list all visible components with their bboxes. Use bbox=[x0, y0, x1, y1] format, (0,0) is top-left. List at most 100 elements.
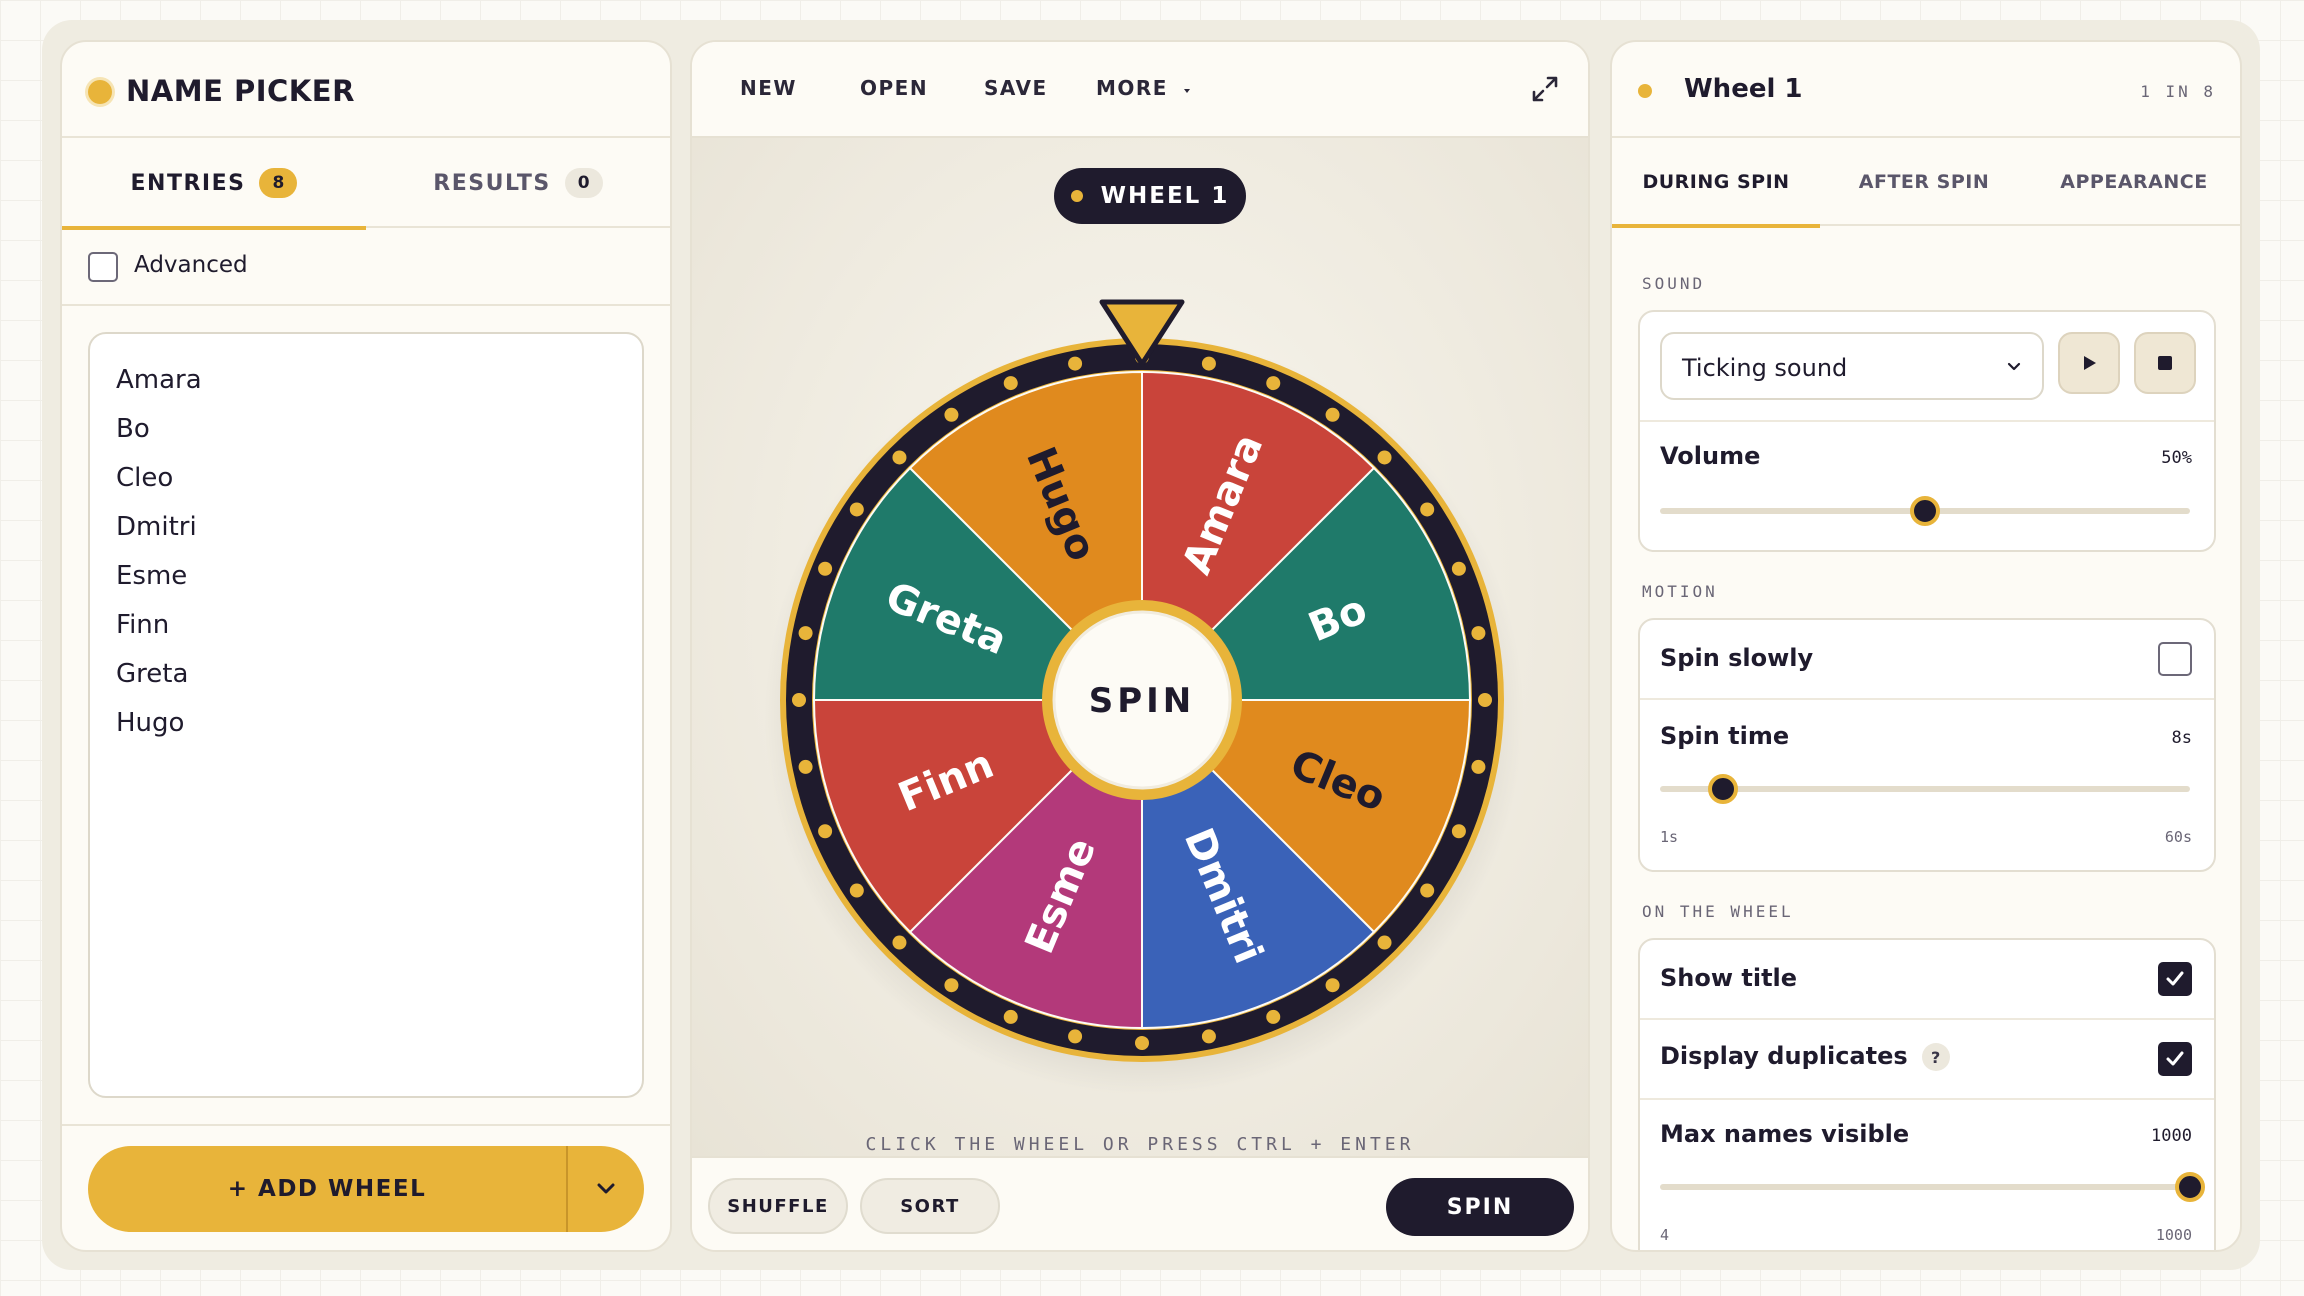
tab-results-label: RESULTS bbox=[433, 170, 551, 196]
wheel-title-label: WHEEL 1 bbox=[1100, 183, 1230, 209]
rim-stud bbox=[1201, 356, 1216, 371]
entries-tabs: ENTRIES 8 RESULTS 0 bbox=[62, 138, 670, 230]
rim-stud bbox=[1325, 978, 1340, 993]
wheel-footer: SHUFFLE SORT SPIN bbox=[692, 1156, 1588, 1250]
spin-button[interactable]: SPIN bbox=[1386, 1178, 1574, 1236]
max-names-label: Max names visible bbox=[1660, 1120, 1910, 1148]
show-title-checkbox[interactable] bbox=[2158, 962, 2192, 996]
tab-during-spin[interactable]: DURING SPIN bbox=[1612, 138, 1820, 228]
show-title-label: Show title bbox=[1660, 964, 1798, 992]
rim-stud bbox=[1451, 561, 1466, 576]
rim-stud bbox=[818, 824, 833, 839]
wheel-title-pill: WHEEL 1 bbox=[1054, 168, 1246, 224]
checkmark-icon bbox=[2166, 971, 2184, 986]
spin-time-slider-thumb[interactable] bbox=[1707, 774, 1738, 804]
rim-stud bbox=[1451, 824, 1466, 839]
rim-stud bbox=[892, 450, 907, 465]
volume-slider[interactable] bbox=[1660, 496, 2190, 526]
rim-stud bbox=[944, 978, 959, 993]
spin-time-slider[interactable] bbox=[1660, 774, 2190, 804]
wheel-name: Wheel 1 bbox=[1684, 74, 1803, 104]
pill-dot-icon bbox=[1070, 190, 1083, 202]
advanced-checkbox[interactable] bbox=[88, 252, 118, 282]
rim-stud bbox=[1003, 1009, 1018, 1024]
wheel[interactable]: AmaraBoCleoDmitriEsmeFinnGretaHugo SPIN bbox=[692, 138, 1590, 1156]
tab-appearance[interactable]: APPEARANCE bbox=[2028, 138, 2240, 226]
sound-select-row: Ticking sound bbox=[1640, 312, 2214, 422]
tab-after-spin[interactable]: AFTER SPIN bbox=[1820, 138, 2028, 226]
volume-label: Volume bbox=[1660, 442, 1761, 470]
display-duplicates-checkbox[interactable] bbox=[2158, 1042, 2192, 1076]
sort-button[interactable]: SORT bbox=[860, 1178, 1000, 1234]
spin-slowly-row: Spin slowly bbox=[1640, 620, 2214, 700]
add-wheel-menu-button[interactable] bbox=[566, 1146, 644, 1232]
new-button[interactable]: NEW bbox=[740, 76, 797, 100]
spin-time-label: Spin time bbox=[1660, 722, 1790, 750]
entries-textarea[interactable]: Amara Bo Cleo Dmitri Esme Finn Greta Hug… bbox=[88, 332, 644, 1098]
rim-stud bbox=[1478, 693, 1492, 707]
more-label: MORE bbox=[1096, 76, 1168, 100]
toolbar: NEW OPEN SAVE MORE bbox=[692, 42, 1588, 138]
rim-stud bbox=[792, 693, 806, 707]
expand-icon[interactable] bbox=[1530, 74, 1560, 104]
save-button[interactable]: SAVE bbox=[984, 76, 1048, 100]
motion-section-label: MOTION bbox=[1642, 582, 1718, 601]
max-names-slider[interactable] bbox=[1660, 1172, 2205, 1202]
entry-item: Bo bbox=[116, 414, 150, 444]
open-button[interactable]: OPEN bbox=[860, 76, 928, 100]
spin-time-min: 1s bbox=[1660, 828, 1679, 846]
sound-card: Ticking sound Volume 50% bbox=[1638, 310, 2216, 552]
volume-slider-thumb[interactable] bbox=[1910, 496, 1940, 526]
spin-time-row: Spin time 8s 1s 60s bbox=[1640, 700, 2214, 870]
checkmark-icon bbox=[2166, 1051, 2184, 1066]
display-duplicates-row: Display duplicates? bbox=[1640, 1020, 2214, 1100]
spin-slowly-checkbox[interactable] bbox=[2158, 642, 2192, 676]
app-frame: NAME PICKER ENTRIES 8 RESULTS 0 Advanced… bbox=[42, 20, 2260, 1270]
rim-stud bbox=[1201, 1029, 1216, 1044]
rim-stud bbox=[1420, 502, 1435, 517]
stop-sound-button[interactable] bbox=[2134, 332, 2196, 394]
entry-item: Esme bbox=[116, 561, 188, 591]
add-wheel-button[interactable]: + ADD WHEEL bbox=[88, 1146, 566, 1232]
help-icon[interactable]: ? bbox=[1921, 1043, 1950, 1071]
entries-footer: + ADD WHEEL bbox=[62, 1124, 670, 1250]
rim-stud bbox=[1325, 407, 1340, 422]
settings-tabs: DURING SPIN AFTER SPIN APPEARANCE bbox=[1612, 138, 2240, 228]
entry-item: Amara bbox=[116, 365, 202, 395]
shuffle-button[interactable]: SHUFFLE bbox=[708, 1178, 848, 1234]
spin-slowly-label: Spin slowly bbox=[1660, 644, 1814, 672]
tab-results[interactable]: RESULTS 0 bbox=[366, 138, 670, 228]
wheel-position: 1 IN 8 bbox=[2140, 82, 2216, 101]
volume-row: Volume 50% bbox=[1640, 422, 2214, 550]
on-wheel-section-label: ON THE WHEEL bbox=[1642, 902, 1794, 921]
sound-select[interactable]: Ticking sound bbox=[1660, 332, 2044, 400]
sound-select-value: Ticking sound bbox=[1682, 354, 1848, 382]
rim-stud bbox=[849, 883, 864, 898]
rim-stud bbox=[818, 561, 833, 576]
more-button[interactable]: MORE bbox=[1096, 76, 1192, 100]
tab-entries[interactable]: ENTRIES 8 bbox=[62, 138, 366, 230]
display-duplicates-text: Display duplicates bbox=[1660, 1042, 1908, 1070]
entry-item: Dmitri bbox=[116, 512, 197, 542]
max-names-slider-thumb[interactable] bbox=[2175, 1172, 2205, 1202]
play-icon bbox=[2084, 356, 2096, 370]
caret-down-icon bbox=[1184, 89, 1191, 93]
play-sound-button[interactable] bbox=[2058, 332, 2120, 394]
volume-value: 50% bbox=[2161, 448, 2192, 468]
chevron-down-icon bbox=[597, 1183, 615, 1194]
settings-panel: Wheel 1 1 IN 8 DURING SPIN AFTER SPIN AP… bbox=[1610, 40, 2242, 1252]
rim-stud bbox=[944, 407, 959, 422]
rim-stud bbox=[1135, 1036, 1149, 1050]
wheel-dot-icon bbox=[1638, 84, 1652, 98]
rim-stud bbox=[1068, 356, 1083, 371]
rim-stud bbox=[892, 935, 907, 950]
spin-time-value: 8s bbox=[2171, 728, 2192, 748]
rim-stud bbox=[1266, 376, 1281, 391]
brand-dot-icon bbox=[88, 80, 112, 104]
entry-item: Hugo bbox=[116, 708, 185, 738]
entry-item: Finn bbox=[116, 610, 170, 640]
entry-item: Cleo bbox=[116, 463, 174, 493]
wheel-stage: Amara Bo Cleo Dmitri Esme Finn Greta Hugo SPIN … bbox=[692, 138, 1588, 1156]
settings-header: Wheel 1 1 IN 8 bbox=[1612, 42, 2240, 138]
entry-item: Greta bbox=[116, 659, 189, 689]
